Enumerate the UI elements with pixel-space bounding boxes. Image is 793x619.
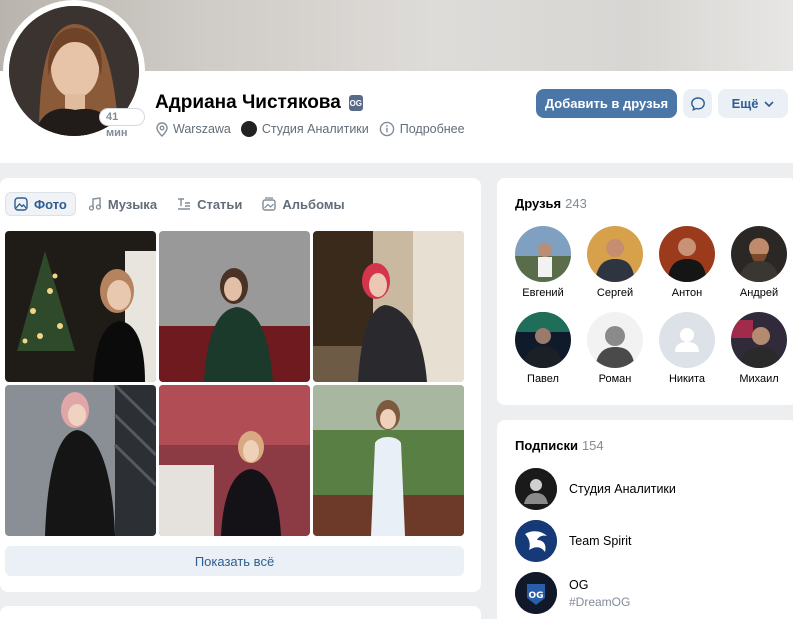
friend-item[interactable]: Павел xyxy=(507,312,579,385)
music-note-icon xyxy=(88,197,102,211)
subscriptions-title: Подписки xyxy=(515,438,578,453)
chevron-down-icon xyxy=(764,100,775,107)
photo-thumbnail[interactable] xyxy=(159,385,310,536)
friend-avatar xyxy=(515,312,571,368)
photo-thumbnail[interactable] xyxy=(313,385,464,536)
media-card: Фото Музыка Статьи Альбомы Показать всё xyxy=(0,178,481,592)
friend-item[interactable]: Сергей xyxy=(579,226,651,299)
subscription-item[interactable]: Студия Аналитики xyxy=(515,468,676,510)
location-pin-icon xyxy=(156,121,168,137)
tab-albums[interactable]: Альбомы xyxy=(254,192,352,216)
friend-avatar xyxy=(731,226,787,282)
show-all-photos-button[interactable]: Показать всё xyxy=(5,546,464,576)
tab-label: Фото xyxy=(34,196,67,212)
friend-name: Андрей xyxy=(739,287,779,299)
tab-photos[interactable]: Фото xyxy=(5,192,76,216)
friend-avatar xyxy=(659,226,715,282)
friend-name: Сергей xyxy=(596,287,634,299)
workplace-text: Студия Аналитики xyxy=(261,122,369,136)
subscription-desc: #DreamOG xyxy=(569,594,631,609)
tab-label: Музыка xyxy=(107,196,158,212)
team-spirit-logo-icon xyxy=(515,520,557,562)
info-icon xyxy=(379,121,395,137)
svg-text:OG: OG xyxy=(528,591,543,601)
friends-header[interactable]: Друзья 243 xyxy=(515,196,587,211)
more-info-text: Подробнее xyxy=(399,122,465,136)
profile-name-row: Адриана Чистякова OG xyxy=(155,92,363,114)
albums-icon xyxy=(262,197,277,211)
user-placeholder-icon xyxy=(659,312,715,368)
articles-icon xyxy=(178,198,191,210)
workplace-logo-icon xyxy=(240,121,257,137)
friend-name: Антон xyxy=(671,287,703,299)
add-friend-button[interactable]: Добавить в друзья xyxy=(536,89,677,118)
more-button[interactable]: Ещё xyxy=(718,89,788,118)
more-info-link[interactable]: Подробнее xyxy=(379,121,465,137)
subscription-name: Team Spirit xyxy=(569,534,632,548)
subscriptions-header[interactable]: Подписки 154 xyxy=(515,438,604,453)
friend-item[interactable]: Антон xyxy=(651,226,723,299)
friend-avatar xyxy=(587,226,643,282)
subscription-item[interactable]: OG OG #DreamOG xyxy=(515,572,630,614)
friend-avatar xyxy=(731,312,787,368)
photo-grid xyxy=(5,231,464,536)
friend-avatar xyxy=(587,312,643,368)
studio-logo-icon xyxy=(515,468,557,510)
friends-card: Друзья 243 Евгений Сергей Антон Андрей Па… xyxy=(497,178,793,405)
workplace-item[interactable]: Студия Аналитики xyxy=(240,121,369,137)
location-item[interactable]: Warszawa xyxy=(156,121,231,137)
message-bubble-icon xyxy=(690,96,705,111)
online-status-badge: 41 мин xyxy=(99,108,145,139)
message-button[interactable] xyxy=(683,89,712,118)
profile-avatar-frame: 41 мин xyxy=(3,0,145,142)
friends-count: 243 xyxy=(565,196,587,211)
profile-meta: Warszawa Студия Аналитики Подробнее xyxy=(156,121,465,137)
friend-item[interactable]: Роман xyxy=(579,312,651,385)
og-badge-icon[interactable]: OG xyxy=(348,95,363,111)
media-tabs: Фото Музыка Статьи Альбомы xyxy=(5,192,353,216)
friend-item[interactable]: Никита xyxy=(651,312,723,385)
friends-title: Друзья xyxy=(515,196,562,211)
og-logo-icon: OG xyxy=(515,572,557,614)
photo-thumbnail[interactable] xyxy=(159,231,310,382)
photo-thumbnail[interactable] xyxy=(313,231,464,382)
subscription-item[interactable]: Team Spirit xyxy=(515,520,632,562)
photo-thumbnail[interactable] xyxy=(5,231,156,382)
friend-name: Роман xyxy=(598,373,632,385)
subscriptions-count: 154 xyxy=(581,438,604,453)
friend-avatar xyxy=(659,312,715,368)
friend-name: Никита xyxy=(668,373,706,385)
subscriptions-card: Подписки 154 Студия Аналитики Team Spirit… xyxy=(497,420,793,619)
profile-name: Адриана Чистякова xyxy=(155,92,341,113)
location-text: Warszawa xyxy=(173,122,231,136)
tab-label: Альбомы xyxy=(282,196,345,212)
subscription-name: OG xyxy=(569,577,589,592)
photo-thumbnail[interactable] xyxy=(5,385,156,536)
friend-name: Павел xyxy=(527,373,559,385)
photo-icon xyxy=(14,197,28,211)
tab-articles[interactable]: Статьи xyxy=(169,192,250,216)
friend-item[interactable]: Михаил xyxy=(723,312,793,385)
friend-avatar xyxy=(515,226,571,282)
friend-item[interactable]: Андрей xyxy=(723,226,793,299)
more-button-label: Ещё xyxy=(731,96,759,111)
next-card xyxy=(0,606,481,619)
friend-name: Михаил xyxy=(739,373,779,385)
friend-name: Евгений xyxy=(522,287,564,299)
tab-label: Статьи xyxy=(197,196,243,212)
subscription-name: Студия Аналитики xyxy=(569,482,676,496)
friend-item[interactable]: Евгений xyxy=(507,226,579,299)
tab-music[interactable]: Музыка xyxy=(80,192,165,216)
